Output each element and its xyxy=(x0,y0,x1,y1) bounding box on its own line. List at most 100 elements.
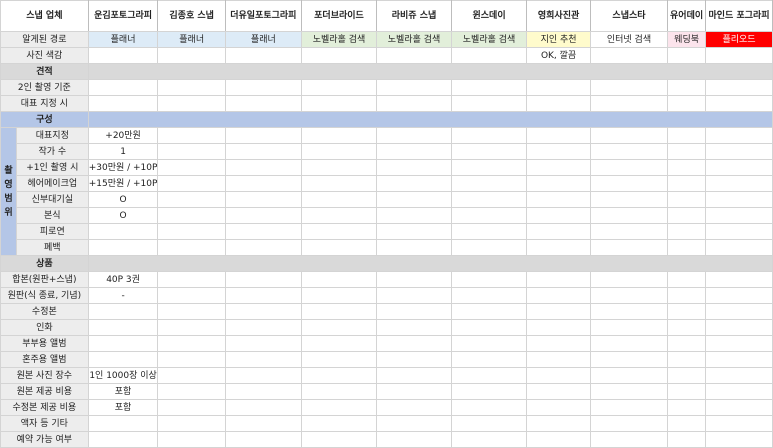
cell[interactable] xyxy=(224,415,302,432)
cell[interactable] xyxy=(224,383,302,400)
cell[interactable] xyxy=(300,239,378,256)
cell[interactable] xyxy=(450,191,528,208)
cell[interactable] xyxy=(300,383,378,400)
cell[interactable] xyxy=(450,303,528,320)
cell[interactable] xyxy=(589,79,669,96)
cell[interactable] xyxy=(589,159,669,176)
cell[interactable]: 지인 추천 xyxy=(526,31,591,48)
cell[interactable] xyxy=(589,431,669,448)
cell[interactable] xyxy=(667,351,707,368)
cell[interactable] xyxy=(526,159,591,176)
cell[interactable] xyxy=(526,223,591,240)
cell[interactable] xyxy=(157,143,226,160)
cell[interactable] xyxy=(300,303,378,320)
cell[interactable] xyxy=(376,191,452,208)
cell[interactable] xyxy=(376,127,452,144)
cell[interactable] xyxy=(300,191,378,208)
cell[interactable] xyxy=(157,351,226,368)
cell[interactable] xyxy=(589,207,669,224)
cell[interactable] xyxy=(376,271,452,288)
cell[interactable] xyxy=(705,367,773,384)
cell[interactable] xyxy=(300,287,378,304)
cell[interactable] xyxy=(526,431,591,448)
cell[interactable] xyxy=(87,47,159,64)
header-vendor[interactable]: 김종호 스냅 xyxy=(157,0,226,32)
header-vendor[interactable]: 영희사진관 xyxy=(526,0,591,32)
cell[interactable] xyxy=(450,79,528,96)
cell[interactable] xyxy=(667,143,707,160)
cell[interactable] xyxy=(667,271,707,288)
cell[interactable] xyxy=(705,383,773,400)
cell[interactable] xyxy=(376,79,452,96)
cell[interactable] xyxy=(376,367,452,384)
cell[interactable] xyxy=(376,399,452,416)
cell[interactable]: - xyxy=(87,287,159,304)
cell[interactable] xyxy=(450,159,528,176)
cell[interactable] xyxy=(224,95,302,112)
cell[interactable] xyxy=(589,383,669,400)
cell[interactable] xyxy=(300,319,378,336)
cell[interactable] xyxy=(526,207,591,224)
cell[interactable] xyxy=(450,399,528,416)
cell[interactable] xyxy=(224,143,302,160)
cell[interactable] xyxy=(450,95,528,112)
cell[interactable] xyxy=(157,303,226,320)
cell[interactable] xyxy=(224,367,302,384)
cell[interactable] xyxy=(300,127,378,144)
cell[interactable] xyxy=(157,127,226,144)
cell[interactable] xyxy=(224,191,302,208)
cell[interactable] xyxy=(224,127,302,144)
cell[interactable] xyxy=(667,383,707,400)
cell[interactable] xyxy=(376,431,452,448)
cell[interactable] xyxy=(300,175,378,192)
cell[interactable] xyxy=(589,175,669,192)
cell[interactable] xyxy=(224,207,302,224)
cell[interactable] xyxy=(87,95,159,112)
cell[interactable] xyxy=(376,95,452,112)
cell[interactable] xyxy=(157,191,226,208)
cell[interactable] xyxy=(157,79,226,96)
cell[interactable] xyxy=(157,335,226,352)
cell[interactable] xyxy=(157,159,226,176)
cell[interactable] xyxy=(224,79,302,96)
cell[interactable] xyxy=(157,175,226,192)
cell[interactable] xyxy=(300,415,378,432)
cell[interactable]: 플리오드 xyxy=(705,31,773,48)
cell[interactable] xyxy=(376,383,452,400)
cell[interactable] xyxy=(157,239,226,256)
cell[interactable] xyxy=(300,223,378,240)
cell[interactable] xyxy=(705,95,773,112)
cell[interactable] xyxy=(705,223,773,240)
cell[interactable] xyxy=(376,143,452,160)
cell[interactable] xyxy=(526,239,591,256)
cell[interactable] xyxy=(157,367,226,384)
cell[interactable] xyxy=(589,287,669,304)
cell[interactable] xyxy=(300,271,378,288)
cell[interactable]: +20만원 xyxy=(87,127,159,144)
cell[interactable] xyxy=(667,367,707,384)
cell[interactable] xyxy=(705,79,773,96)
cell[interactable]: 플래너 xyxy=(87,31,159,48)
cell[interactable]: 노벨라홀 검색 xyxy=(300,31,378,48)
cell[interactable] xyxy=(667,191,707,208)
cell[interactable] xyxy=(526,351,591,368)
cell[interactable] xyxy=(589,95,669,112)
cell[interactable] xyxy=(376,335,452,352)
cell[interactable] xyxy=(300,335,378,352)
cell[interactable] xyxy=(667,207,707,224)
cell[interactable] xyxy=(589,351,669,368)
cell[interactable] xyxy=(526,319,591,336)
cell[interactable] xyxy=(450,319,528,336)
cell[interactable] xyxy=(450,383,528,400)
cell[interactable] xyxy=(705,239,773,256)
cell[interactable] xyxy=(526,95,591,112)
cell[interactable] xyxy=(300,95,378,112)
cell[interactable] xyxy=(705,287,773,304)
cell[interactable] xyxy=(376,47,452,64)
cell[interactable]: 플래너 xyxy=(224,31,302,48)
cell[interactable] xyxy=(705,431,773,448)
cell[interactable] xyxy=(157,47,226,64)
cell[interactable]: O xyxy=(87,207,159,224)
cell[interactable] xyxy=(224,319,302,336)
cell[interactable]: 플래너 xyxy=(157,31,226,48)
